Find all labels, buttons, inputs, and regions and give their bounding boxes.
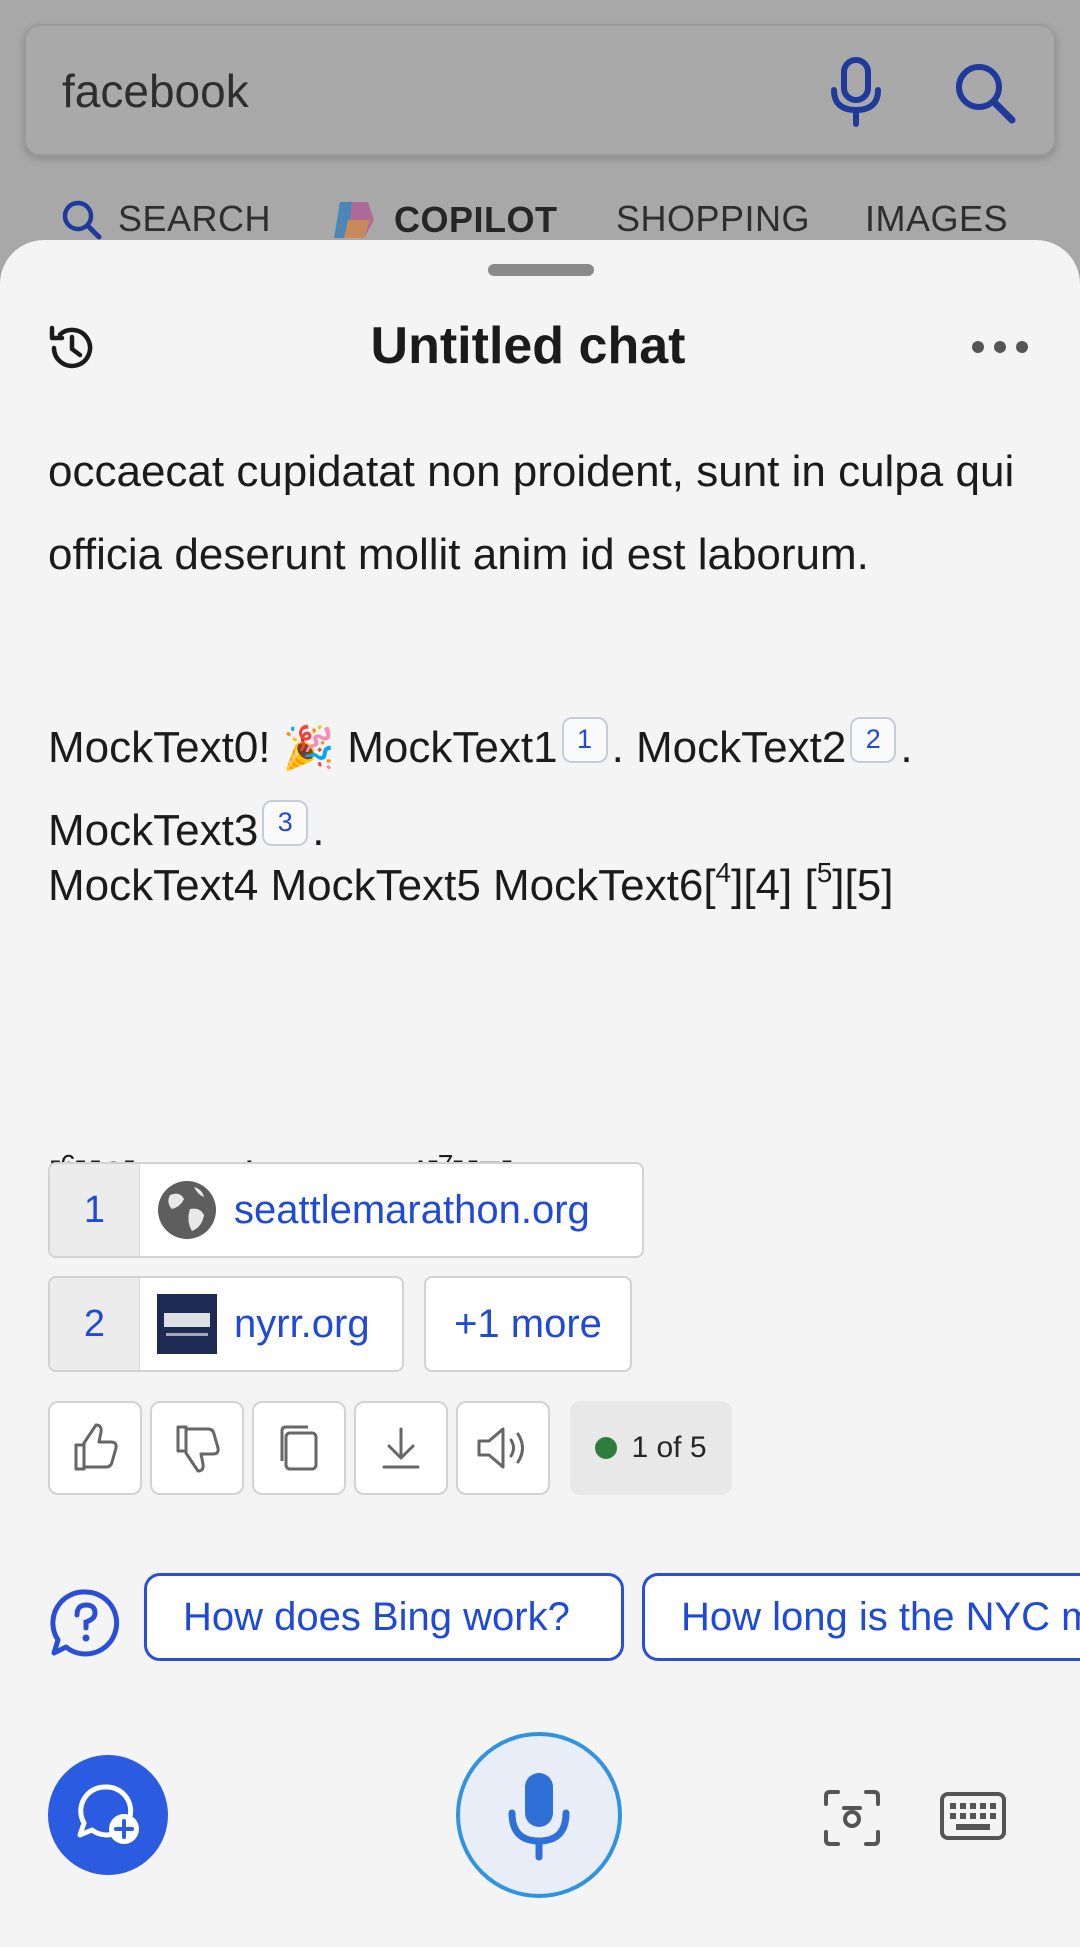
- chat-title: Untitled chat: [370, 317, 686, 375]
- citation-badge[interactable]: 1: [561, 717, 608, 763]
- sheet-drag-handle[interactable]: [488, 264, 594, 276]
- keyboard-icon[interactable]: [940, 1792, 1006, 1840]
- suggestion-chip[interactable]: How long is the NYC marathon?: [642, 1573, 1080, 1661]
- source-label: seattlemarathon.org: [234, 1187, 590, 1232]
- response-paragraph: MockText4 MockText5 MockText6[4][4] [5][…: [48, 824, 1038, 934]
- superscript-ref: 4: [715, 857, 732, 888]
- citation-badge[interactable]: 2: [850, 717, 897, 763]
- response-text: MockText4 MockText5 MockText6[: [48, 861, 716, 910]
- copy-icon: [280, 1425, 318, 1471]
- thumbs-up-icon: [74, 1423, 118, 1471]
- tab-label: IMAGES: [865, 198, 1009, 239]
- suggestion-chip[interactable]: How does Bing work?: [144, 1573, 624, 1661]
- microphone-icon: [508, 1773, 570, 1861]
- tab-shopping[interactable]: SHOPPING: [616, 198, 810, 240]
- response-text: ][4] [: [731, 861, 817, 910]
- tab-search[interactable]: SEARCH: [60, 198, 271, 240]
- copilot-chat-sheet: Untitled chat occaecat cupidatat non pro…: [0, 240, 1080, 1947]
- response-counter: 1 of 5: [570, 1401, 732, 1495]
- nyrr-logo: [157, 1294, 217, 1354]
- more-sources-button[interactable]: +1 more: [424, 1276, 632, 1372]
- response-text: ][5]: [832, 861, 894, 910]
- tab-images[interactable]: IMAGES: [865, 198, 1008, 240]
- speaker-icon: [477, 1427, 524, 1469]
- microphone-icon[interactable]: [828, 56, 884, 128]
- search-icon[interactable]: [952, 60, 1018, 126]
- download-icon: [382, 1427, 420, 1469]
- read-aloud-button[interactable]: [456, 1401, 550, 1495]
- tab-label: COPILOT: [394, 199, 558, 240]
- visual-search-icon[interactable]: [822, 1788, 882, 1848]
- copilot-logo-icon: [334, 202, 374, 238]
- response-text: . MockText2: [611, 723, 847, 772]
- tab-label: SHOPPING: [616, 198, 811, 239]
- response-text: MockText0!: [48, 723, 283, 772]
- search-icon: [62, 200, 102, 240]
- globe-icon: [158, 1181, 216, 1239]
- search-input[interactable]: facebook: [62, 64, 249, 118]
- source-number: 1: [50, 1164, 140, 1256]
- new-chat-icon: [77, 1784, 139, 1844]
- tab-copilot[interactable]: COPILOT: [330, 198, 558, 242]
- more-options-icon[interactable]: [970, 332, 1030, 362]
- question-bubble-icon: [50, 1589, 120, 1657]
- source-number: 2: [50, 1278, 140, 1370]
- search-box[interactable]: facebook: [24, 24, 1056, 156]
- source-chip[interactable]: 2 nyrr.org: [48, 1276, 404, 1372]
- party-popper-emoji: 🎉: [282, 724, 336, 771]
- response-text: .: [900, 723, 913, 772]
- new-chat-button[interactable]: [48, 1755, 168, 1875]
- copy-button[interactable]: [252, 1401, 346, 1495]
- response-paragraph: occaecat cupidatat non proident, sunt in…: [48, 447, 1015, 579]
- source-chip[interactable]: 1 seattlemarathon.org: [48, 1162, 644, 1258]
- source-label: nyrr.org: [234, 1301, 370, 1346]
- voice-input-button[interactable]: [456, 1732, 622, 1898]
- superscript-ref: 5: [816, 857, 833, 888]
- tab-label: SEARCH: [118, 198, 272, 239]
- counter-label: 1 of 5: [631, 1431, 707, 1464]
- thumbs-down-icon: [176, 1425, 220, 1473]
- download-button[interactable]: [354, 1401, 448, 1495]
- response-text: MockText1: [335, 723, 558, 772]
- thumbs-down-button[interactable]: [150, 1401, 244, 1495]
- status-dot: [595, 1437, 618, 1459]
- thumbs-up-button[interactable]: [48, 1401, 142, 1495]
